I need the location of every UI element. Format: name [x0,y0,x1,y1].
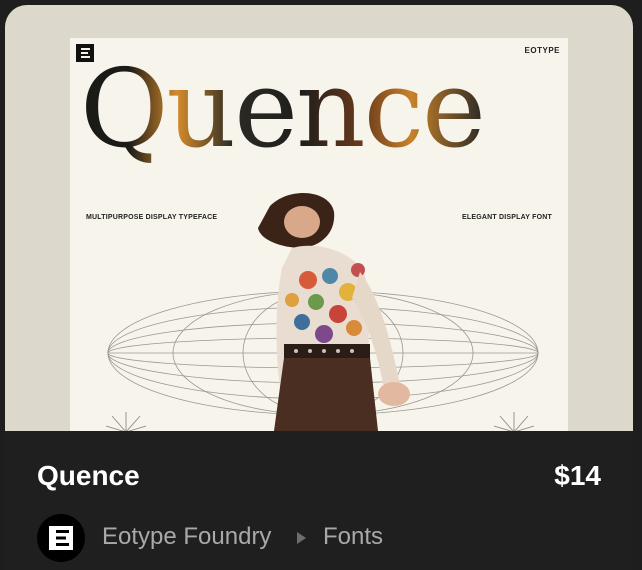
poster-brand: EOTYPE [524,46,560,55]
product-title[interactable]: Quence [37,460,140,492]
eotype-logo-icon [49,526,73,550]
poster-tagline-right: ELEGANT DISPLAY FONT [462,214,552,221]
breadcrumb-category-link[interactable]: Fonts [323,523,383,551]
vendor-avatar[interactable] [37,514,85,562]
model-photo [258,193,410,431]
starburst-left-icon [106,412,146,431]
poster: EOTYPE Quence MULTIPURPOSE DISPLAY TYPEF… [70,38,568,431]
triangle-right-icon [297,532,306,544]
poster-headline: Quence [80,47,486,172]
product-info: Quence $14 Eotype Foundry Fonts [5,431,633,570]
product-card[interactable]: EOTYPE Quence MULTIPURPOSE DISPLAY TYPEF… [5,5,633,570]
starburst-right-icon [494,412,534,431]
product-price: $14 [554,460,601,491]
product-preview-image[interactable]: EOTYPE Quence MULTIPURPOSE DISPLAY TYPEF… [5,5,633,431]
breadcrumb-vendor-link[interactable]: Eotype Foundry [102,523,271,551]
poster-tagline-left: MULTIPURPOSE DISPLAY TYPEFACE [86,214,218,221]
